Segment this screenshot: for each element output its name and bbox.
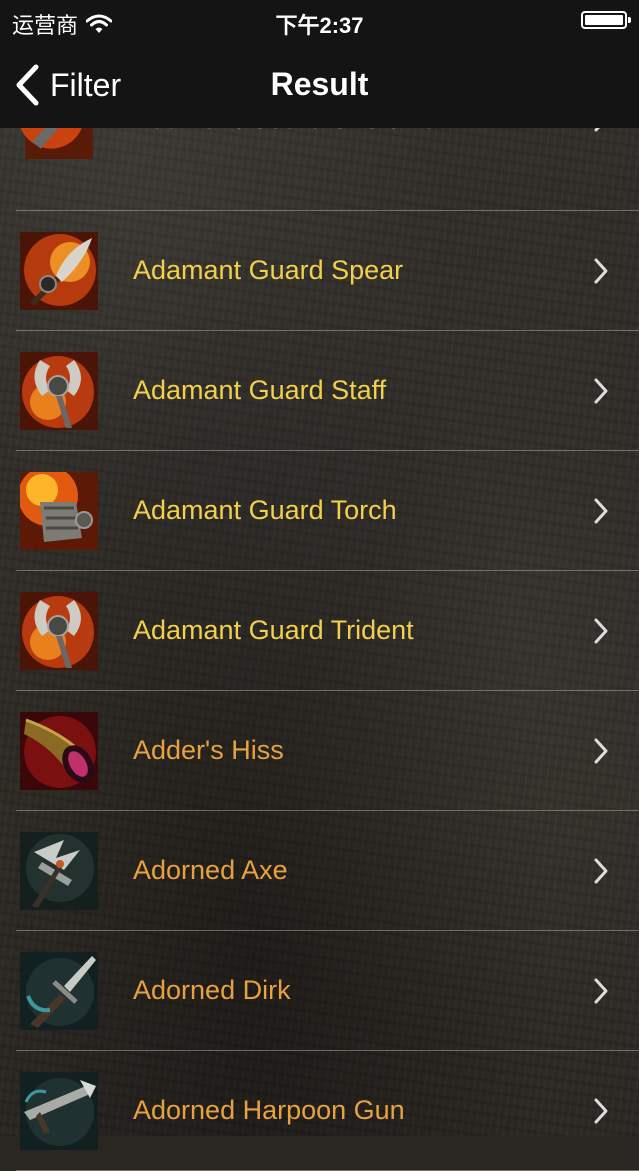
chevron-right-icon [594, 858, 608, 884]
item-label: Adorned Harpoon Gun [133, 1095, 405, 1125]
list-item[interactable]: Adorned Harpoon Gun [0, 1051, 639, 1171]
torch-icon [20, 472, 98, 550]
harpoon-gun-icon [20, 1072, 98, 1150]
chevron-right-icon [594, 498, 608, 524]
list-item[interactable]: Adamant Guard Spear [0, 211, 639, 331]
chevron-right-icon [594, 738, 608, 764]
navigation-bar: Filter Result [0, 40, 639, 128]
list-item[interactable]: Adorned Axe [0, 811, 639, 931]
dagger-icon [20, 952, 98, 1030]
results-list[interactable]: Adamant Guard Short Bow Adamant Guard Sp… [0, 81, 639, 1171]
item-label: Adorned Axe [133, 855, 288, 885]
spear-icon [20, 232, 98, 310]
list-item[interactable]: Adder's Hiss [0, 691, 639, 811]
horn-icon [20, 712, 98, 790]
chevron-right-icon [594, 1098, 608, 1124]
staff-icon [20, 352, 98, 430]
chevron-right-icon [594, 258, 608, 284]
chevron-right-icon [594, 378, 608, 404]
battery-icon [581, 11, 631, 29]
chevron-right-icon [594, 978, 608, 1004]
list-item[interactable]: Adamant Guard Torch [0, 451, 639, 571]
status-bar: 运营商 下午2:37 [0, 0, 639, 40]
list-item[interactable]: Adamant Guard Staff [0, 331, 639, 451]
item-label: Adamant Guard Spear [133, 255, 404, 285]
item-label: Adamant Guard Torch [133, 495, 397, 525]
status-time: 下午2:37 [275, 13, 364, 38]
trident-icon [20, 592, 98, 670]
item-label: Adorned Dirk [133, 975, 291, 1005]
item-label: Adder's Hiss [133, 735, 284, 765]
list-item[interactable]: Adamant Guard Trident [0, 571, 639, 691]
chevron-right-icon [594, 618, 608, 644]
item-label: Adamant Guard Staff [133, 375, 387, 405]
item-label: Adamant Guard Trident [133, 615, 414, 645]
axe-icon [20, 832, 98, 910]
page-title: Result [270, 66, 369, 102]
list-item[interactable]: Adorned Dirk [0, 931, 639, 1051]
